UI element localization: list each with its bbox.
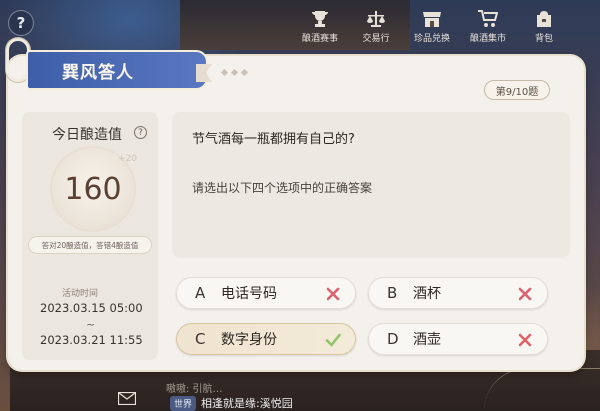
chat-channel-badge: 世界 (170, 395, 197, 411)
nav-label: 交易行 (362, 34, 390, 44)
bag-icon (537, 11, 551, 27)
option-letter: C (195, 330, 206, 348)
cart-icon (478, 10, 498, 27)
event-period-label: 活动时间 (62, 289, 99, 299)
question-text: 节气酒每一瓶都拥有自己的? (192, 132, 355, 147)
mail-icon[interactable] (118, 392, 136, 405)
option-a[interactable]: A 电话号码 (176, 277, 356, 309)
option-b[interactable]: B 酒杯 (368, 277, 548, 309)
chat-message-faded: 嗷嗷: 引航… (166, 384, 223, 395)
nav-label: 酿酒赛事 (301, 34, 338, 44)
option-c[interactable]: C 数字身份 (176, 323, 356, 355)
wrong-x-icon (326, 287, 340, 301)
question-instruction: 请选出以下四个选项中的正确答案 (192, 181, 373, 195)
nav-item-backpack[interactable]: 背包 (516, 10, 572, 50)
option-letter: D (387, 330, 399, 348)
option-text: 酒杯 (413, 286, 441, 302)
option-text: 数字身份 (221, 332, 277, 348)
nav-item-market[interactable]: 酿酒集市 (460, 10, 516, 50)
help-icon[interactable]: ? (134, 126, 147, 139)
event-start-time: 2023.03.15 05:00 (40, 301, 143, 315)
correct-check-icon (325, 333, 341, 347)
chat-message-text: 相逢就是缘:溪悦园 (201, 397, 293, 410)
wrong-x-icon (518, 287, 532, 301)
option-text: 电话号码 (221, 286, 277, 302)
option-letter: B (387, 284, 398, 302)
top-navigation: 酿酒赛事 交易行 珍品兑换 酿酒集市 背包 (292, 10, 600, 50)
score-plus-hint: +20 (118, 154, 137, 164)
nav-item-contest[interactable]: 酿酒赛事 (292, 10, 348, 50)
trophy-icon (312, 11, 328, 27)
question-counter: 第9/10题 (484, 80, 550, 100)
option-d[interactable]: D 酒壶 (368, 323, 548, 355)
wrong-x-icon (518, 333, 532, 347)
decorative-dots (220, 68, 249, 77)
scales-icon (367, 11, 385, 27)
option-text: 酒壶 (413, 332, 441, 348)
nav-label: 酿酒集市 (469, 34, 506, 44)
help-button[interactable]: ? (8, 10, 34, 36)
chat-message: 世界 相逢就是缘:溪悦园 (170, 395, 293, 411)
option-letter: A (195, 284, 206, 302)
shop-icon (423, 12, 441, 27)
daily-value-label: 今日酿造值 (52, 127, 122, 143)
event-period-separator: ~ (86, 318, 96, 331)
event-end-time: 2023.03.21 11:55 (40, 333, 143, 347)
scoring-rule: 答对20酿造值，答错4酿造值 (28, 236, 152, 254)
title-banner: 巽风答人 (26, 50, 208, 90)
nav-item-exchange[interactable]: 珍品兑换 (404, 10, 460, 50)
daily-score: 160 (64, 171, 122, 207)
nav-label: 珍品兑换 (413, 34, 450, 44)
quiz-title: 巽风答人 (62, 62, 134, 83)
nav-label: 背包 (534, 34, 553, 44)
nav-item-trade[interactable]: 交易行 (348, 10, 404, 50)
